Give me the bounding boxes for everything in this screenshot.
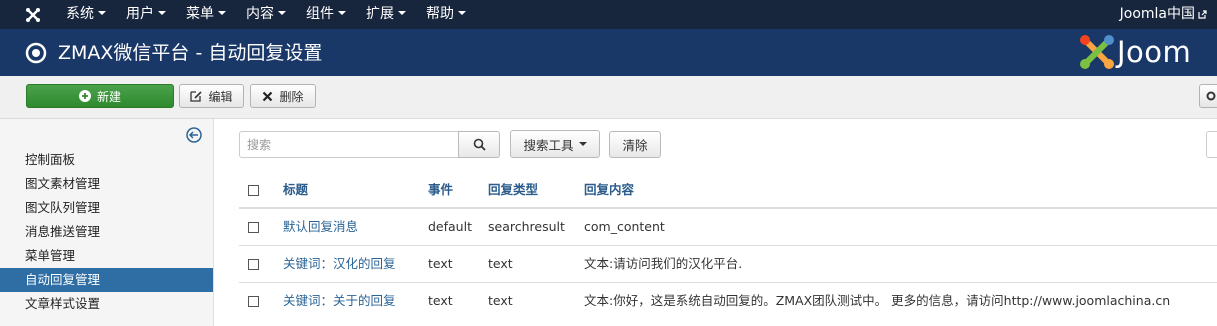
menu-help[interactable]: 帮助: [416, 0, 476, 29]
search-input[interactable]: [239, 131, 459, 158]
top-navbar: 系统 用户 菜单 内容 组件 扩展 帮助 Joomla中国: [0, 0, 1217, 29]
row-event: text: [428, 256, 453, 271]
select-all-checkbox[interactable]: [248, 185, 259, 196]
sidebar-item-menu[interactable]: 菜单管理: [0, 244, 213, 268]
menu-system[interactable]: 系统: [56, 0, 116, 29]
column-header-content[interactable]: 回复内容: [584, 172, 634, 207]
menu-components[interactable]: 组件: [296, 0, 356, 29]
table-row: 关键词：关于的回复 text text 文本:你好，这是系统自动回复的。ZMAX…: [239, 282, 1217, 319]
collapse-sidebar-icon[interactable]: [186, 127, 202, 143]
menu-menus[interactable]: 菜单: [176, 0, 236, 29]
row-content: com_content: [584, 219, 665, 234]
toolbar: 新建 编辑 删除: [0, 76, 1217, 119]
row-event: default: [428, 219, 472, 234]
list-limit-select[interactable]: [1206, 131, 1217, 158]
sidebar-item-article-style[interactable]: 文章样式设置: [0, 292, 213, 316]
search-icon: [473, 138, 486, 151]
row-content: 文本:请访问我们的汉化平台.: [584, 256, 743, 271]
row-event: text: [428, 293, 453, 308]
caret-down-icon: [218, 11, 226, 15]
row-checkbox[interactable]: [248, 259, 259, 270]
sidebar-item-queue[interactable]: 图文队列管理: [0, 196, 213, 220]
autoreply-table: 标题 事件 回复类型 回复内容 默认回复消息 default searchres…: [239, 172, 1217, 319]
table-header-row: 标题 事件 回复类型 回复内容: [239, 172, 1217, 208]
caret-down-icon: [98, 11, 106, 15]
delete-button[interactable]: 删除: [250, 84, 316, 108]
table-row: 关键词：汉化的回复 text text 文本:请访问我们的汉化平台.: [239, 245, 1217, 282]
edit-icon: [190, 91, 203, 102]
caret-down-icon: [338, 11, 346, 15]
delete-button-label: 删除: [279, 89, 304, 104]
column-header-event[interactable]: 事件: [428, 172, 453, 207]
edit-button[interactable]: 编辑: [179, 84, 244, 108]
caret-down-icon: [278, 11, 286, 15]
brand-text: Joom: [1117, 35, 1192, 69]
menu-extensions[interactable]: 扩展: [356, 0, 416, 29]
row-type: searchresult: [488, 219, 565, 234]
search-tools-label: 搜索工具: [523, 137, 574, 153]
sidebar: 控制面板 图文素材管理 图文队列管理 消息推送管理 菜单管理 自动回复管理 文章…: [0, 119, 214, 326]
close-icon: [263, 91, 273, 101]
joomla-brand-logo-icon: [1080, 35, 1114, 69]
search-tools-button[interactable]: 搜索工具: [510, 130, 600, 158]
new-button-label: 新建: [96, 89, 121, 104]
gear-icon: [1206, 91, 1216, 101]
clear-button[interactable]: 清除: [609, 131, 661, 158]
row-checkbox[interactable]: [248, 296, 259, 307]
sidebar-item-dashboard[interactable]: 控制面板: [0, 148, 213, 172]
row-type: text: [488, 256, 513, 271]
row-checkbox-cell: [248, 209, 259, 245]
row-content: 文本:你好，这是系统自动回复的。ZMAX团队测试中。 更多的信息，请访问http…: [584, 293, 1171, 308]
row-title-link[interactable]: 默认回复消息: [283, 209, 358, 245]
caret-down-icon: [578, 142, 587, 146]
table-row: 默认回复消息 default searchresult com_content: [239, 208, 1217, 245]
site-link[interactable]: Joomla中国: [1120, 0, 1195, 29]
row-title-link[interactable]: 关键词：汉化的回复: [283, 246, 396, 282]
caret-down-icon: [398, 11, 406, 15]
column-header-type[interactable]: 回复类型: [488, 172, 538, 207]
external-link-icon[interactable]: [1198, 10, 1207, 19]
sidebar-item-push[interactable]: 消息推送管理: [0, 220, 213, 244]
joomla-logo-icon[interactable]: [24, 6, 42, 24]
main-menu: 系统 用户 菜单 内容 组件 扩展 帮助: [56, 0, 476, 29]
options-button[interactable]: [1199, 84, 1217, 108]
clear-button-label: 清除: [622, 138, 648, 153]
sidebar-item-autoreply[interactable]: 自动回复管理: [0, 268, 213, 292]
new-button[interactable]: 新建: [26, 84, 174, 108]
select-all-checkbox-cell: [248, 172, 259, 207]
sidebar-item-media[interactable]: 图文素材管理: [0, 172, 213, 196]
row-checkbox-cell: [248, 283, 259, 319]
caret-down-icon: [458, 11, 466, 15]
page-header: ZMAX微信平台 - 自动回复设置 Joom: [0, 29, 1217, 76]
row-checkbox[interactable]: [248, 222, 259, 233]
page-title: ZMAX微信平台 - 自动回复设置: [58, 42, 323, 64]
search-button[interactable]: [458, 131, 500, 158]
sidebar-menu: 控制面板 图文素材管理 图文队列管理 消息推送管理 菜单管理 自动回复管理 文章…: [0, 148, 213, 316]
caret-down-icon: [158, 11, 166, 15]
target-icon: [25, 42, 47, 64]
row-checkbox-cell: [248, 246, 259, 282]
menu-users[interactable]: 用户: [116, 0, 176, 29]
row-type: text: [488, 293, 513, 308]
column-header-title[interactable]: 标题: [283, 172, 308, 207]
plus-circle-icon: [78, 90, 91, 102]
edit-button-label: 编辑: [208, 89, 233, 104]
row-title-link[interactable]: 关键词：关于的回复: [283, 283, 396, 319]
menu-content[interactable]: 内容: [236, 0, 296, 29]
